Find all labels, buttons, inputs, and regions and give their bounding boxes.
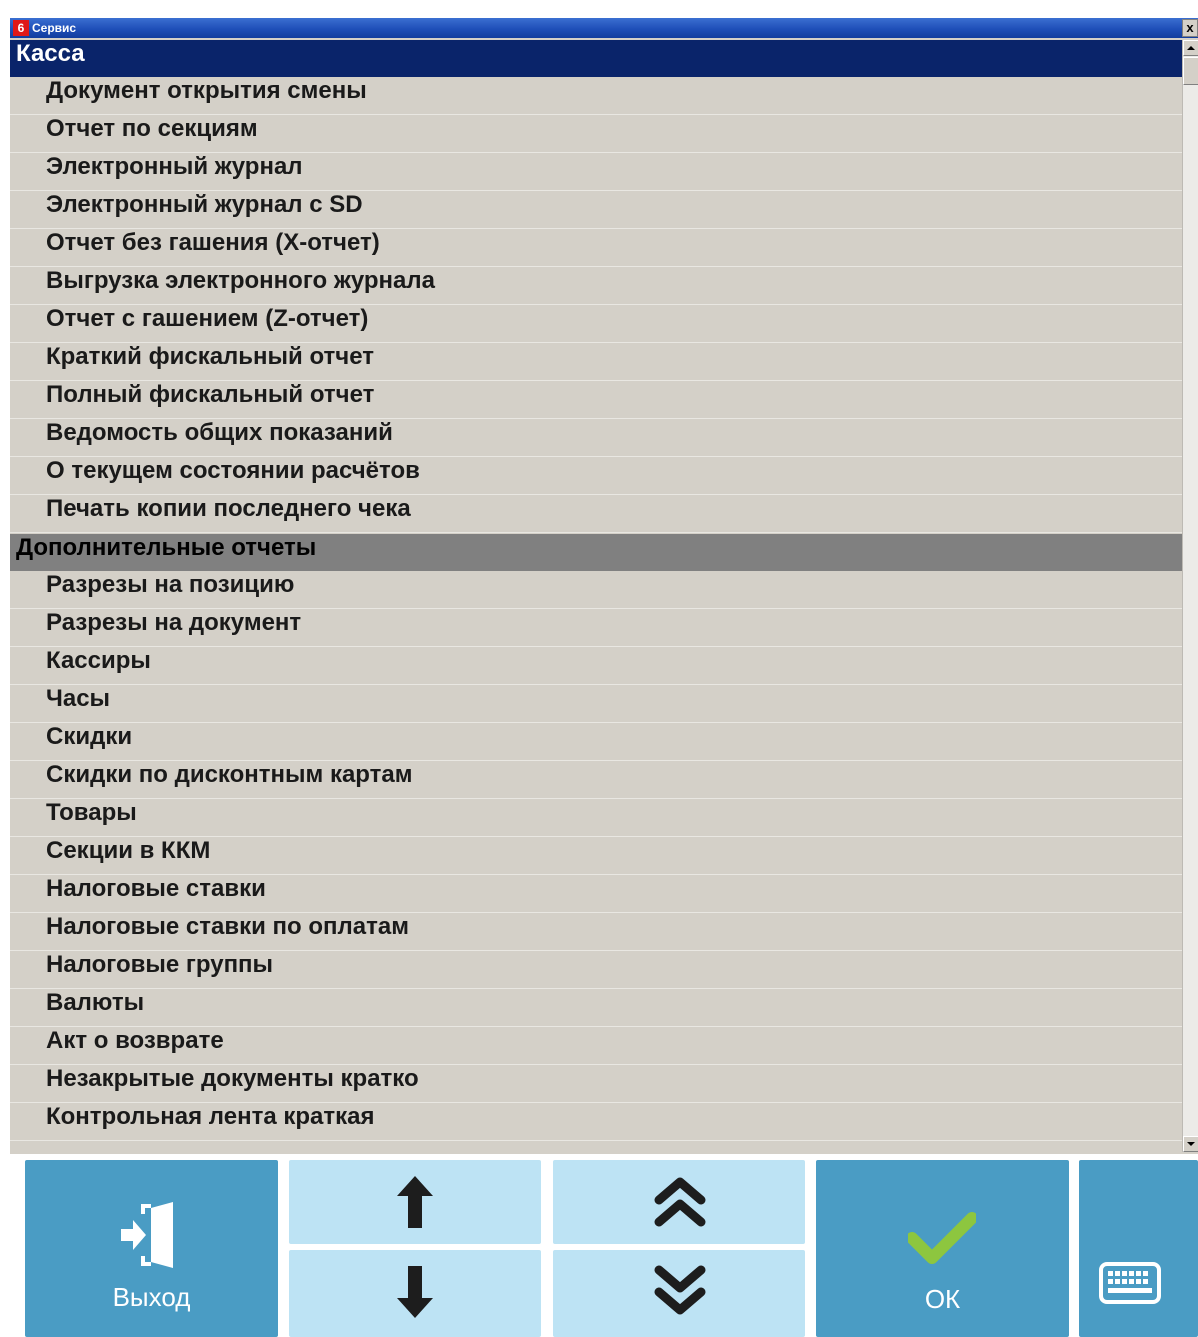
menu-item[interactable]: Электронный журнал xyxy=(10,153,1182,191)
menu-item[interactable]: Документ открытия смены xyxy=(10,77,1182,115)
service-window: 6 Сервис x Касса Документ открытия смены О… xyxy=(10,18,1198,1154)
vertical-scrollbar[interactable] xyxy=(1182,40,1198,1152)
menu-item[interactable]: Скидки xyxy=(10,723,1182,761)
page-down-button[interactable] xyxy=(553,1250,805,1337)
exit-door-icon xyxy=(121,1202,173,1268)
menu-list: Касса Документ открытия смены Отчет по сек… xyxy=(10,40,1182,1152)
menu-item[interactable]: Незакрытые документы кратко xyxy=(10,1065,1182,1103)
down-button[interactable] xyxy=(289,1250,541,1337)
menu-item[interactable]: Печать копии последнего чека xyxy=(10,495,1182,533)
menu-item[interactable]: Валюты xyxy=(10,989,1182,1027)
section-header[interactable]: Касса xyxy=(10,40,1182,77)
exit-label: Выход xyxy=(112,1282,191,1312)
menu-item[interactable]: Товары xyxy=(10,799,1182,837)
keyboard-icon xyxy=(1099,1262,1161,1304)
menu-item[interactable]: Контрольная лента краткая xyxy=(10,1103,1182,1141)
checkmark-icon xyxy=(908,1212,976,1264)
arrow-down-icon xyxy=(397,1266,433,1318)
double-chevron-down-icon xyxy=(654,1265,706,1315)
menu-item[interactable]: Налоговые ставки по оплатам xyxy=(10,913,1182,951)
scroll-thumb[interactable] xyxy=(1183,57,1198,85)
ok-button[interactable]: ОК xyxy=(816,1160,1069,1337)
menu-item[interactable]: Краткий фискальный отчет xyxy=(10,343,1182,381)
menu-item[interactable]: О текущем состоянии расчётов xyxy=(10,457,1182,495)
menu-item[interactable]: Налоговые группы xyxy=(10,951,1182,989)
app-icon: 6 xyxy=(13,20,29,36)
menu-item[interactable]: Разрезы на позицию xyxy=(10,571,1182,609)
double-chevron-up-icon xyxy=(654,1177,706,1227)
menu-item[interactable]: Отчет без гашения (X-отчет) xyxy=(10,229,1182,267)
ok-label: ОК xyxy=(924,1284,961,1314)
arrow-up-icon xyxy=(397,1176,433,1228)
up-button[interactable] xyxy=(289,1160,541,1244)
close-button[interactable]: x xyxy=(1182,19,1198,37)
page-up-button[interactable] xyxy=(553,1160,805,1244)
keyboard-button[interactable] xyxy=(1079,1160,1198,1337)
menu-item[interactable]: Разрезы на документ xyxy=(10,609,1182,647)
menu-item[interactable]: Выгрузка электронного журнала xyxy=(10,267,1182,305)
scroll-down-arrow[interactable] xyxy=(1183,1136,1198,1152)
menu-item[interactable]: Ведомость общих показаний xyxy=(10,419,1182,457)
menu-item[interactable]: Электронный журнал с SD xyxy=(10,191,1182,229)
bottom-toolbar: Выход ОК xyxy=(0,1154,1198,1337)
section-header[interactable]: Дополнительные отчеты xyxy=(10,534,1182,571)
menu-item[interactable]: Секции в ККМ xyxy=(10,837,1182,875)
window-title: Сервис xyxy=(32,21,77,35)
exit-button[interactable]: Выход xyxy=(25,1160,278,1337)
menu-item[interactable]: Кассиры xyxy=(10,647,1182,685)
menu-item[interactable]: Отчет по секциям xyxy=(10,115,1182,153)
menu-item[interactable]: Полный фискальный отчет xyxy=(10,381,1182,419)
title-bar: 6 Сервис x xyxy=(10,18,1198,38)
menu-item[interactable]: Отчет с гашением (Z-отчет) xyxy=(10,305,1182,343)
menu-item[interactable]: Налоговые ставки xyxy=(10,875,1182,913)
menu-item[interactable]: Скидки по дисконтным картам xyxy=(10,761,1182,799)
menu-item[interactable]: Часы xyxy=(10,685,1182,723)
scroll-up-arrow[interactable] xyxy=(1183,40,1198,56)
menu-item[interactable]: Акт о возврате xyxy=(10,1027,1182,1065)
